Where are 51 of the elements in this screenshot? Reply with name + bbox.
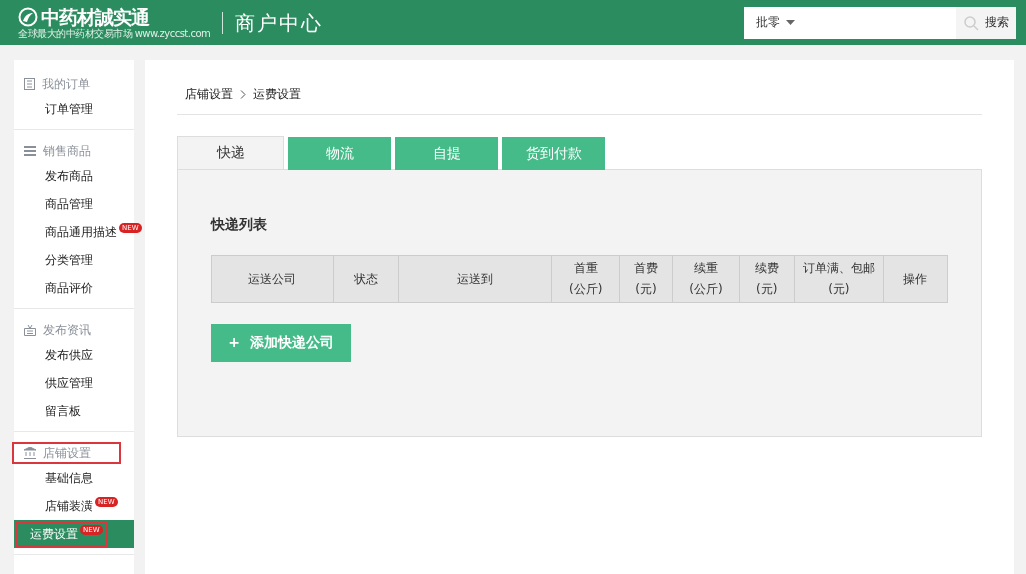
bars-icon	[24, 146, 36, 156]
section-heading: 快递列表	[211, 216, 268, 234]
sidebar-item[interactable]: 商品通用描述 $^{NEW}$	[14, 218, 147, 246]
sidebar-item[interactable]: 店铺装潢 $^{NEW}$	[14, 492, 134, 520]
leaf-logo-icon	[18, 7, 38, 27]
list-icon	[24, 78, 35, 90]
item-label: 店铺装潢 $^{NEW}$	[43, 493, 121, 519]
item-label: 留言板	[44, 402, 82, 420]
caret-icon	[786, 20, 795, 25]
breadcrumb-item[interactable]: 运费设置	[253, 86, 301, 103]
item-label: 商品管理	[44, 195, 94, 213]
sidebar-item[interactable]: 运费设置 $^{NEW}$	[14, 520, 134, 548]
item-label: 分类管理	[44, 251, 94, 269]
search-field[interactable]: 批零 搜索	[744, 6, 1016, 39]
column-header: 运送公司	[211, 255, 334, 303]
bank-icon	[24, 447, 36, 459]
item-label: 运费设置 $^{NEW}$	[16, 521, 108, 547]
column-header: 运送到	[398, 255, 552, 303]
item-label: 商品通用描述 $^{NEW}$	[43, 219, 145, 245]
column-header: 续重 (公斤)	[672, 255, 740, 303]
column-header: 订单满、包邮 (元)	[794, 255, 884, 303]
sidebar-item[interactable]: 供应管理	[14, 369, 134, 397]
tab[interactable]: 快递	[177, 136, 284, 169]
item-label: 基础信息	[44, 469, 94, 487]
chevron-icon	[240, 90, 246, 99]
search-icon	[963, 14, 979, 31]
sidebar-item[interactable]: 分类管理	[14, 246, 134, 274]
board-icon	[24, 324, 36, 336]
search-button[interactable]: 搜索	[956, 6, 1016, 39]
column-header: 首重 (公斤)	[551, 255, 620, 303]
column-header: 续费 (元)	[739, 255, 795, 303]
page-title: 商户中心	[222, 11, 324, 34]
sidebar-item[interactable]: 订单管理	[14, 95, 134, 123]
breadcrumb-item[interactable]: 店铺设置	[185, 86, 233, 103]
sidebar-item[interactable]: 留言板	[14, 397, 134, 425]
item-label: 发布供应	[44, 346, 94, 364]
sidebar-item[interactable]: 商品评价	[14, 274, 134, 302]
sidebar-item[interactable]: 基础信息	[14, 464, 134, 492]
sidebar-item[interactable]: 发布供应	[14, 341, 134, 369]
logo-text: 中药材誠实通	[41, 6, 149, 28]
sidebar-item[interactable]: 发布商品	[14, 162, 134, 190]
item-label: 商品评价	[44, 279, 94, 297]
item-label: 发布商品	[44, 167, 94, 185]
column-header: 状态	[333, 255, 399, 303]
column-header: 首费 (元)	[619, 255, 673, 303]
logo-slogan: 全球最大的中药材交易市场 www.zyccst.com	[18, 28, 211, 39]
sidebar-item[interactable]: 商品管理	[14, 190, 134, 218]
item-label: 供应管理	[44, 374, 94, 392]
scope-dropdown[interactable]: 批零	[744, 14, 795, 31]
column-header: 操作	[883, 255, 948, 303]
item-label: 订单管理	[44, 100, 94, 118]
